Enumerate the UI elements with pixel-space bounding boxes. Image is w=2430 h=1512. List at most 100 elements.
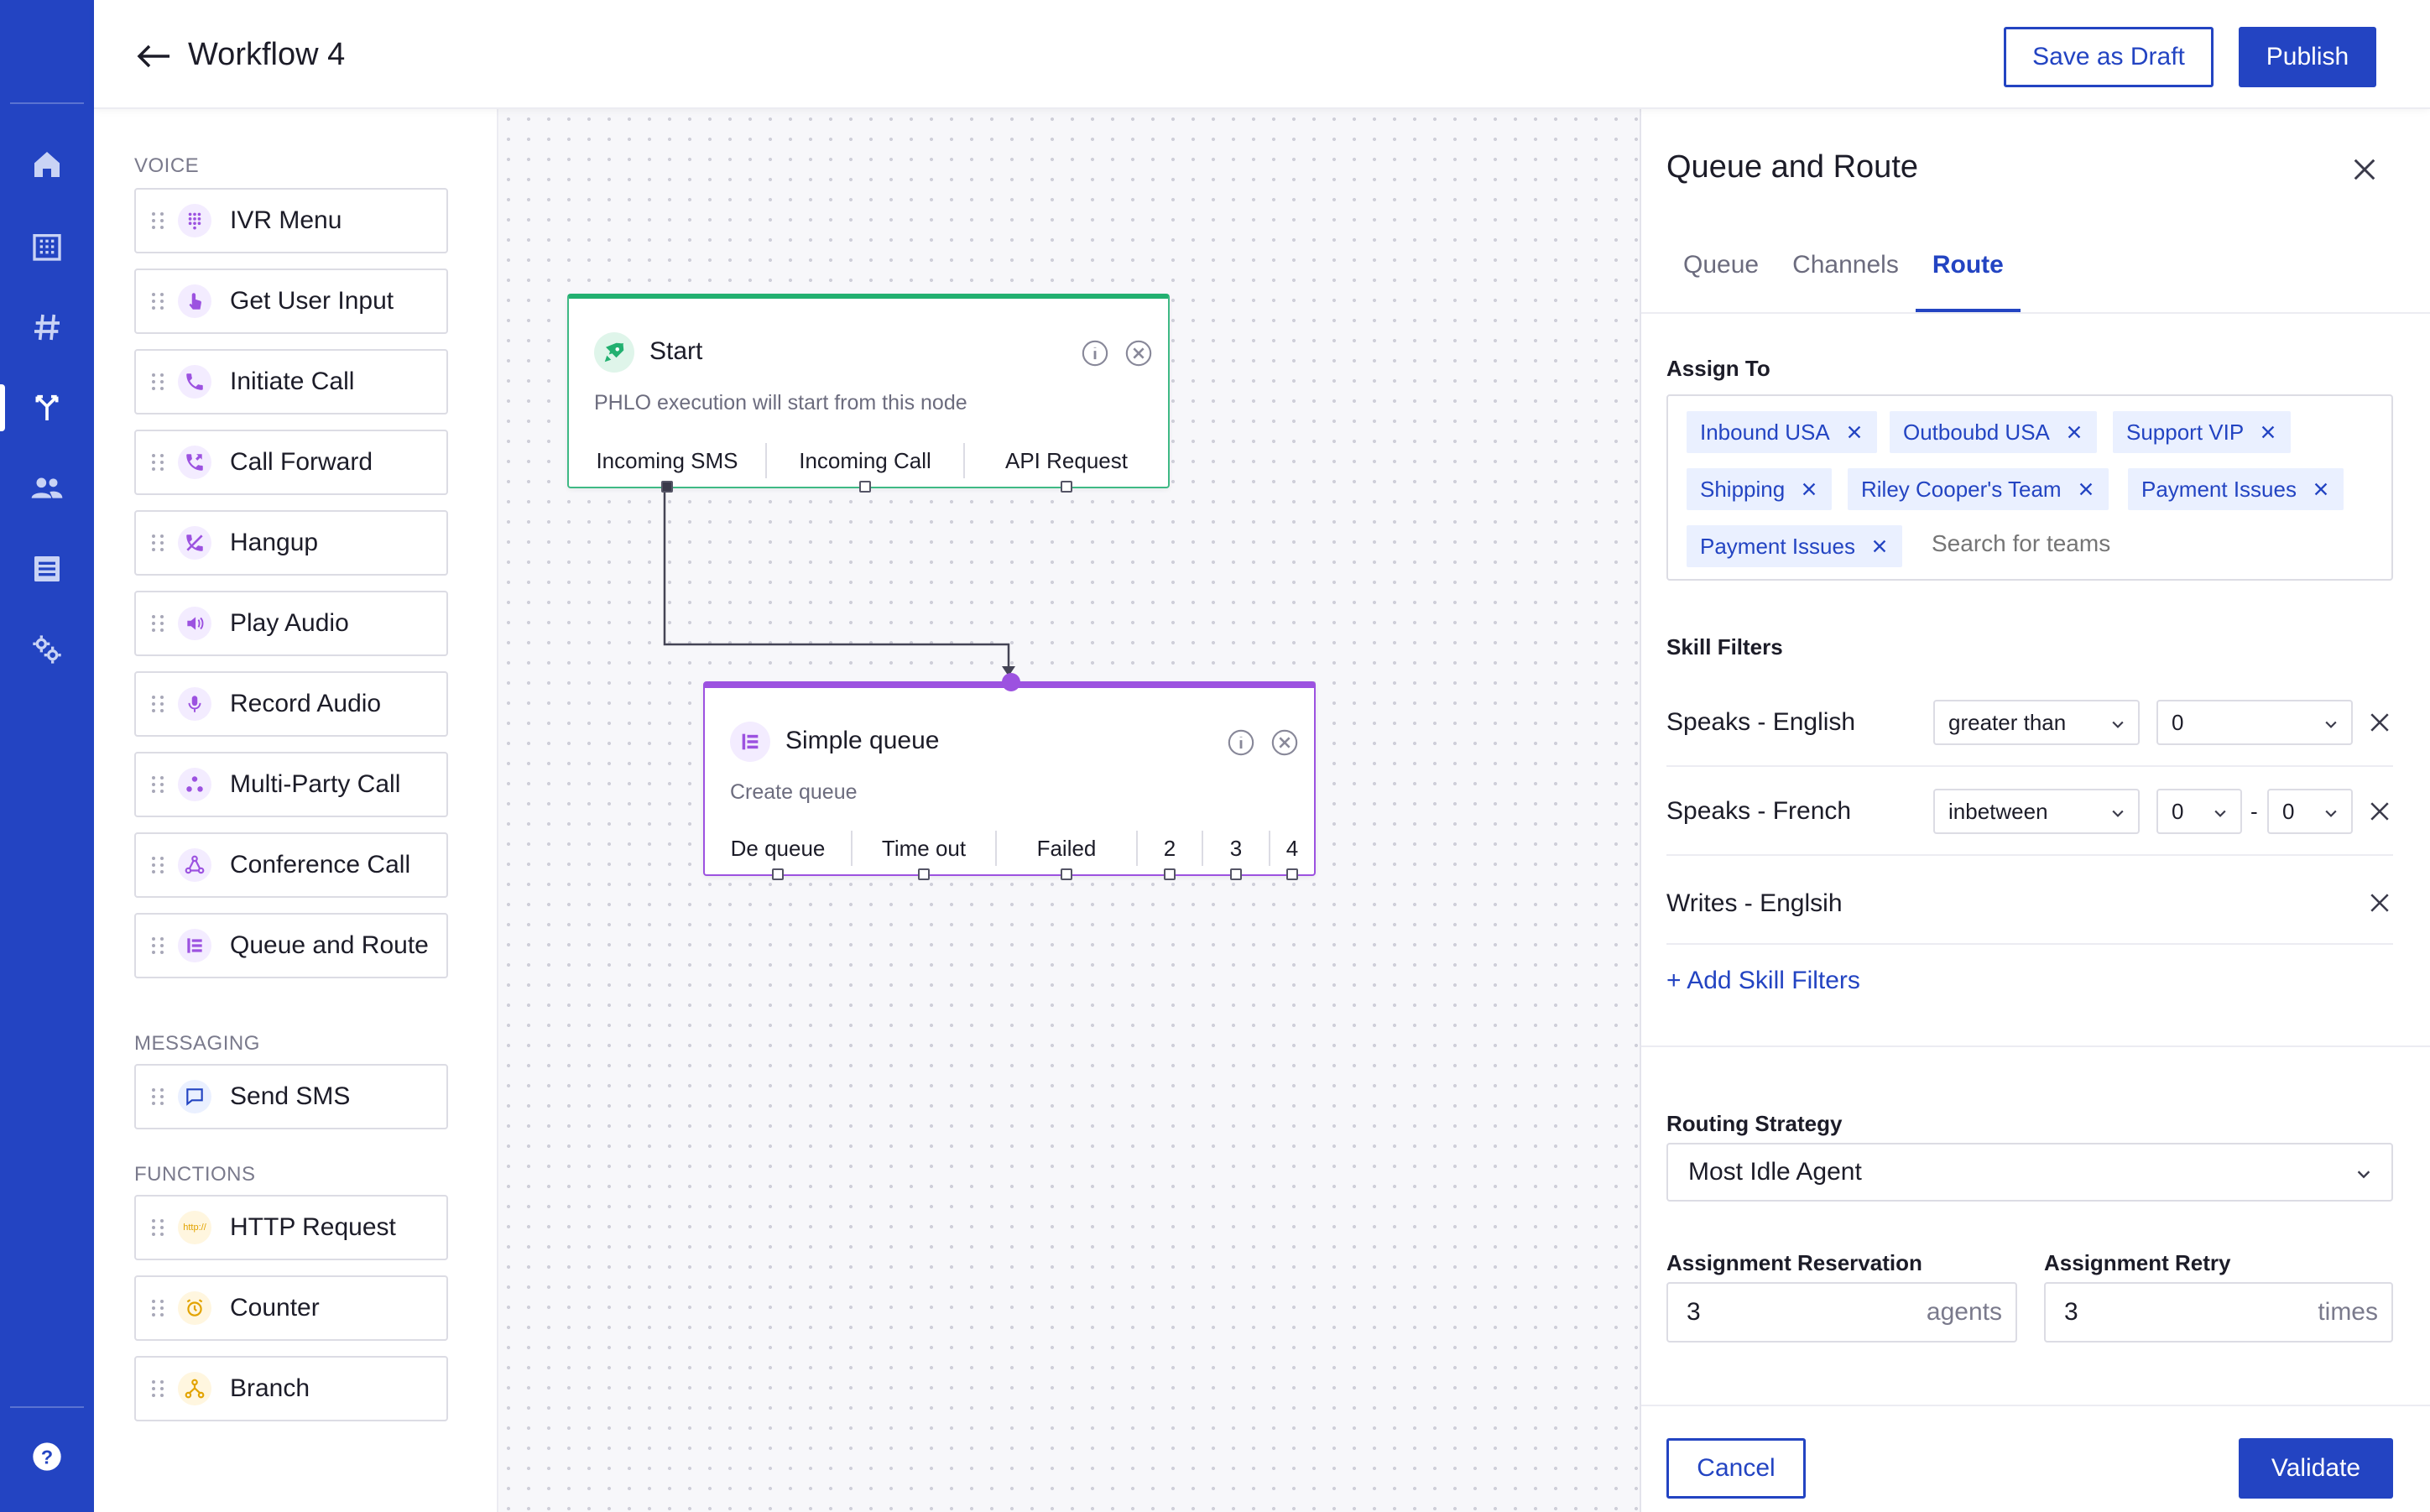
close-icon[interactable] [2348,153,2381,186]
cancel-button[interactable]: Cancel [1666,1438,1806,1499]
remove-tag-icon[interactable] [2065,423,2083,441]
help-icon[interactable]: ? [0,1423,94,1490]
palette-item-counter[interactable]: Counter [134,1275,448,1341]
assignment-reservation-input[interactable]: 3 agents [1666,1282,2017,1343]
info-icon[interactable] [1081,339,1109,368]
drag-handle-icon[interactable] [143,615,173,632]
simple-queue-node[interactable]: Simple queue Create queue De queue Time … [703,673,1316,880]
output-port[interactable] [772,868,784,880]
multi-party-icon [178,768,211,801]
palette-item-label: Multi-Party Call [230,770,401,798]
tab-queue[interactable]: Queue [1666,227,1776,312]
section-label-functions: FUNCTIONS [134,1163,256,1186]
palette-item-label: Initiate Call [230,368,355,395]
start-node[interactable]: Start PHLO execution will start from thi… [567,294,1170,493]
team-search-input[interactable] [1932,530,2183,557]
drag-handle-icon[interactable] [143,1219,173,1236]
palette-item-multi-party-call[interactable]: Multi-Party Call [134,752,448,817]
remove-tag-icon[interactable] [2312,480,2330,498]
remove-tag-icon[interactable] [2077,480,2095,498]
drag-handle-icon[interactable] [143,776,173,793]
output-incoming-call[interactable]: Incoming Call [767,443,965,493]
tab-channels[interactable]: Channels [1776,227,1916,312]
output-port[interactable] [1164,868,1176,880]
remove-filter-icon[interactable] [2366,889,2393,916]
value-select[interactable]: 0 [2156,700,2353,745]
output-port[interactable] [1230,868,1242,880]
operator-select[interactable]: greater than [1933,700,2140,745]
assign-to-team-picker[interactable]: Inbound USA Outboubd USA Support VIP Shi… [1666,394,2393,581]
drag-handle-icon[interactable] [143,1088,173,1105]
drag-handle-icon[interactable] [143,454,173,471]
output-port[interactable] [1061,481,1072,493]
drag-handle-icon[interactable] [143,293,173,310]
validate-button[interactable]: Validate [2239,1438,2393,1499]
output-3[interactable]: 3 [1203,831,1270,880]
operator-select[interactable]: inbetween [1933,789,2140,834]
palette-item-play-audio[interactable]: Play Audio [134,591,448,656]
min-value-select[interactable]: 0 [2156,789,2242,834]
palette-item-ivr-menu[interactable]: IVR Menu [134,188,448,253]
drag-handle-icon[interactable] [143,937,173,954]
workflow-canvas[interactable]: Start PHLO execution will start from thi… [498,109,1640,1512]
palette-item-label: Hangup [230,529,319,556]
remove-tag-icon[interactable] [1800,480,1818,498]
palette-item-record-audio[interactable]: Record Audio [134,671,448,737]
publish-button[interactable]: Publish [2239,27,2376,87]
output-4[interactable]: 4 [1270,831,1314,880]
output-2[interactable]: 2 [1138,831,1203,880]
message-icon [178,1080,211,1113]
remove-filter-icon[interactable] [2366,709,2393,736]
remove-tag-icon[interactable] [1845,423,1864,441]
output-de-queue[interactable]: De queue [705,831,853,880]
save-as-draft-button[interactable]: Save as Draft [2004,27,2214,87]
queue-icon [730,722,770,762]
list-icon[interactable] [0,535,94,602]
drag-handle-icon[interactable] [143,1300,173,1316]
palette-item-call-forward[interactable]: Call Forward [134,430,448,495]
output-port[interactable] [661,481,673,493]
workflow-icon[interactable] [0,374,94,441]
output-time-out[interactable]: Time out [853,831,997,880]
output-port[interactable] [1286,868,1298,880]
palette-item-initiate-call[interactable]: Initiate Call [134,349,448,414]
palette-item-queue-and-route[interactable]: Queue and Route [134,913,448,978]
building-icon[interactable] [0,213,94,280]
output-port[interactable] [918,868,930,880]
drag-handle-icon[interactable] [143,857,173,873]
drag-handle-icon[interactable] [143,696,173,712]
remove-filter-icon[interactable] [2366,798,2393,825]
palette-item-get-user-input[interactable]: Get User Input [134,269,448,334]
output-incoming-sms[interactable]: Incoming SMS [569,443,767,493]
drag-handle-icon[interactable] [143,1380,173,1397]
tab-route[interactable]: Route [1915,227,2021,312]
hash-icon[interactable] [0,294,94,361]
input-port[interactable] [1002,673,1020,691]
info-icon[interactable] [1227,728,1255,757]
output-port[interactable] [1061,868,1072,880]
output-failed[interactable]: Failed [997,831,1138,880]
routing-strategy-select[interactable]: Most Idle Agent [1666,1143,2393,1202]
remove-tag-icon[interactable] [2259,423,2277,441]
users-icon[interactable] [0,455,94,522]
palette-item-send-sms[interactable]: Send SMS [134,1064,448,1129]
remove-tag-icon[interactable] [1870,537,1889,555]
output-api-request[interactable]: API Request [965,443,1168,493]
close-circle-icon[interactable] [1124,339,1153,368]
add-skill-filters-link[interactable]: + Add Skill Filters [1666,967,1860,995]
home-icon[interactable] [0,131,94,198]
palette-item-branch[interactable]: Branch [134,1356,448,1421]
drag-handle-icon[interactable] [143,212,173,229]
drag-handle-icon[interactable] [143,534,173,551]
palette-item-http-request[interactable]: http:// HTTP Request [134,1195,448,1260]
drag-handle-icon[interactable] [143,373,173,390]
palette-item-hangup[interactable]: Hangup [134,510,448,576]
settings-icon[interactable] [0,616,94,683]
assignment-retry-input[interactable]: 3 times [2044,1282,2393,1343]
back-arrow-icon[interactable] [134,37,173,76]
output-port[interactable] [859,481,871,493]
close-circle-icon[interactable] [1270,728,1299,757]
max-value-select[interactable]: 0 [2267,789,2353,834]
skill-filter-row: Speaks - English greater than 0 [1666,678,2393,767]
palette-item-conference-call[interactable]: Conference Call [134,832,448,898]
